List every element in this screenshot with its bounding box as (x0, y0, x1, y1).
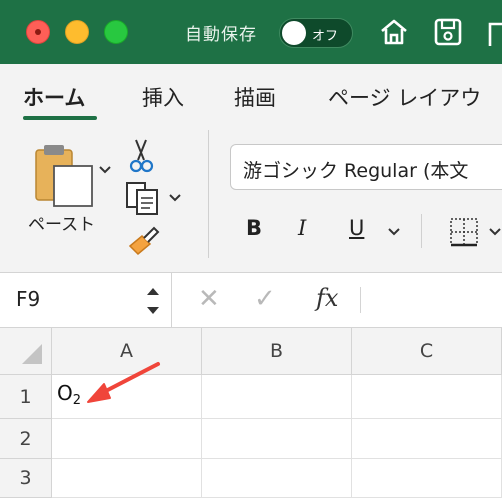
autosave-toggle[interactable]: オフ (279, 18, 353, 48)
copy-chevron-down-icon[interactable] (168, 192, 182, 204)
name-box-value: F9 (16, 287, 41, 311)
column-header-b[interactable]: B (202, 328, 352, 375)
confirm-entry-icon[interactable]: ✓ (254, 284, 276, 314)
minimize-window-button[interactable] (65, 20, 89, 44)
bold-button[interactable]: B (246, 216, 262, 240)
close-window-button[interactable] (26, 20, 50, 44)
cell-b1[interactable] (202, 375, 352, 419)
save-icon[interactable] (432, 16, 464, 48)
cell-c1[interactable] (352, 375, 502, 419)
spreadsheet-grid: A B C 1 2 3 O2 (0, 328, 502, 498)
scissors-icon[interactable] (126, 136, 156, 176)
paste-icon[interactable] (32, 142, 96, 208)
tab-draw[interactable]: 描画 (234, 82, 276, 112)
formula-bar-separator (360, 287, 361, 313)
cell-b2[interactable] (202, 419, 352, 459)
paste-label: ペースト (28, 215, 96, 235)
tab-page-layout[interactable]: ページ レイアウ (328, 82, 481, 112)
undo-icon[interactable] (484, 16, 502, 48)
font-family-value: 游ゴシック Regular (本文 (243, 160, 469, 182)
borders-chevron-down-icon[interactable] (488, 226, 502, 238)
copy-icon[interactable] (124, 180, 164, 216)
insert-function-button[interactable]: fx (316, 284, 338, 312)
name-box-stepper-icon[interactable] (144, 283, 162, 319)
italic-button[interactable]: I (298, 216, 306, 240)
underline-chevron-down-icon[interactable] (387, 226, 401, 238)
ribbon-home-panel: ペースト 游ゴシック Regular (本文 B I U (0, 126, 502, 273)
name-box[interactable]: F9 (0, 273, 172, 327)
cell-b3[interactable] (202, 459, 352, 498)
autosave-toggle-state: オフ (312, 29, 339, 44)
cell-a3[interactable] (52, 459, 202, 498)
row-header-3[interactable]: 3 (0, 459, 52, 498)
active-tab-indicator (23, 116, 97, 120)
ribbon-tabs: ホーム 挿入 描画 ページ レイアウ (0, 64, 502, 126)
underline-button[interactable]: U (349, 216, 364, 240)
tab-home[interactable]: ホーム (23, 82, 85, 112)
cell-c3[interactable] (352, 459, 502, 498)
cell-c2[interactable] (352, 419, 502, 459)
autosave-label: 自動保存 (185, 25, 257, 45)
toggle-knob (282, 21, 306, 45)
row-header-2[interactable]: 2 (0, 419, 52, 459)
title-bar: 自動保存 オフ (0, 0, 502, 64)
tab-insert[interactable]: 挿入 (142, 82, 184, 112)
formula-bar: F9 ✕ ✓ fx (0, 273, 502, 328)
cancel-entry-icon[interactable]: ✕ (198, 284, 220, 314)
ribbon-separator (208, 130, 209, 258)
annotation-arrow-icon (87, 362, 160, 403)
cell-a2[interactable] (52, 419, 202, 459)
font-family-select[interactable]: 游ゴシック Regular (本文 (230, 144, 502, 190)
format-separator (421, 214, 422, 248)
home-icon[interactable] (378, 16, 410, 48)
paste-chevron-down-icon[interactable] (98, 164, 112, 176)
format-painter-icon[interactable] (126, 224, 162, 258)
borders-icon[interactable] (448, 216, 480, 248)
column-header-c[interactable]: C (352, 328, 502, 375)
zoom-window-button[interactable] (104, 20, 128, 44)
